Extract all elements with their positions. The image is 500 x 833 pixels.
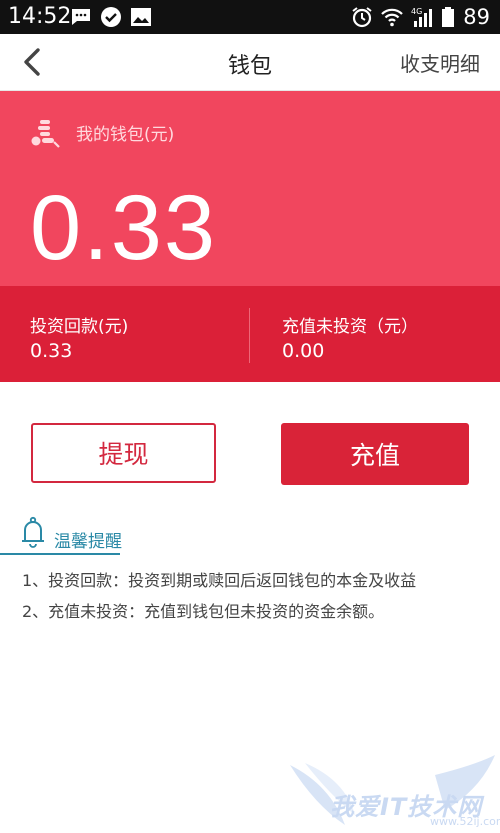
investment-return-label: 投资回款(元) [30, 317, 129, 337]
withdraw-button[interactable]: 提现 [31, 423, 216, 483]
tips-title: 温馨提醒 [54, 532, 122, 552]
tip-item: 1、投资回款：投资到期或赎回后返回钱包的本金及收益 [22, 571, 417, 590]
status-time: 14:52 [8, 4, 72, 29]
bell-icon [22, 516, 44, 548]
transaction-detail-link[interactable]: 收支明细 [400, 48, 480, 77]
check-circle-icon [101, 7, 121, 27]
network-type-label: 4G [411, 7, 422, 16]
tip-item: 2、充值未投资：充值到钱包但未投资的资金余额。 [22, 602, 385, 621]
watermark-url: www.52ij.com [430, 815, 500, 828]
signal-icon: 4G [411, 7, 433, 27]
status-bar: 14:52 4G 89 [0, 0, 500, 34]
battery-icon [442, 7, 455, 27]
wallet-label: 我的钱包(元) [76, 125, 175, 145]
uninvested-label: 充值未投资（元） [282, 317, 418, 337]
recharge-button[interactable]: 充值 [281, 423, 469, 485]
image-icon [131, 8, 151, 26]
wallet-balance: 0.33 [30, 177, 218, 279]
breakdown-divider [249, 308, 250, 363]
coins-icon [31, 120, 60, 148]
notification-icons [70, 6, 152, 28]
wifi-icon [381, 8, 404, 27]
system-icons: 4G 89 [351, 4, 490, 30]
uninvested-value: 0.00 [282, 340, 325, 362]
message-icon [72, 9, 90, 25]
battery-level: 89 [463, 5, 490, 29]
nav-bar: 钱包 收支明细 [0, 34, 500, 91]
alarm-icon [352, 7, 372, 28]
investment-return-value: 0.33 [30, 340, 73, 362]
tips-underline [0, 553, 120, 555]
